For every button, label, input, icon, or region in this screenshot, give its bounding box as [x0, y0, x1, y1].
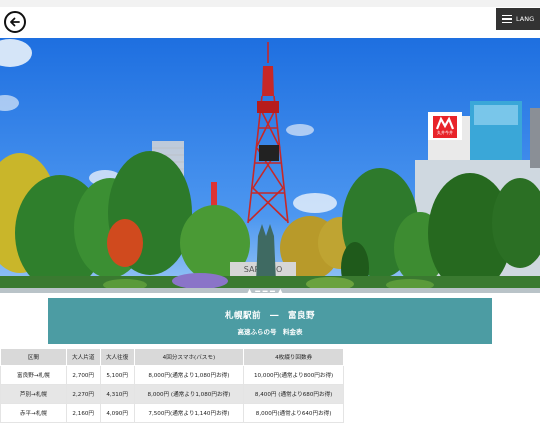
- fare-table: 区間 大人片道 大人往復 4回分スマホ(バスモ) 4枚綴り回数券 富良野→札幌 …: [0, 348, 344, 423]
- fare-table-header: 区間 大人片道 大人往復 4回分スマホ(バスモ) 4枚綴り回数券: [0, 348, 344, 366]
- table-row: 赤平→札幌 2,160円 4,090円 7,500円(通常より1,140円お得)…: [0, 403, 344, 423]
- top-strip: [0, 0, 540, 7]
- table-cell: 2,700円: [65, 365, 101, 385]
- col-header-coupon: 4枚綴り回数券: [243, 348, 344, 366]
- table-cell: 7,500円(通常より1,140円お得): [133, 403, 245, 423]
- table-cell: 10,000円(通常より800円お得): [243, 365, 344, 385]
- table-cell: 8,400円 (通常より680円お得): [243, 384, 344, 404]
- table-cell: 4,310円: [99, 384, 135, 404]
- lang-label: LANG: [516, 15, 535, 23]
- back-button[interactable]: [4, 11, 26, 33]
- table-row: 富良野→札幌 2,700円 5,100円 8,000円(通常より1,080円お得…: [0, 365, 344, 385]
- table-cell: 2,160円: [65, 403, 101, 423]
- table-cell: 8,000円(通常より640円お得): [243, 403, 344, 423]
- col-header-oneway: 大人片道: [65, 348, 101, 366]
- table-cell: 2,270円: [65, 384, 101, 404]
- table-cell: 赤平→札幌: [0, 403, 67, 423]
- sapporo-tv-tower-photo: 丸井今井 ▲ ━ ━ ━ ▲: [0, 38, 540, 293]
- route-title: 札幌駅前 ― 富良野: [224, 311, 315, 321]
- back-arrow-icon: [10, 17, 20, 27]
- route-subtitle: 高速ふらの号 料金表: [237, 328, 303, 336]
- col-header-section: 区間: [0, 348, 67, 366]
- table-cell: 8,000円 (通常より1,080円お得): [133, 384, 245, 404]
- table-row: 芦別→札幌 2,270円 4,310円 8,000円 (通常より1,080円お得…: [0, 384, 344, 404]
- table-cell: 富良野→札幌: [0, 365, 67, 385]
- table-cell: 8,000円(通常より1,080円お得): [133, 365, 245, 385]
- hero-image: 丸井今井 ▲ ━ ━ ━ ▲: [0, 38, 540, 293]
- svg-text:▲ ━ ━ ━ ▲: ▲ ━ ━ ━ ▲: [247, 287, 285, 293]
- building-sign: 丸井今井: [437, 129, 453, 135]
- lang-menu-button[interactable]: LANG: [496, 8, 540, 30]
- table-cell: 芦別→札幌: [0, 384, 67, 404]
- table-cell: 5,100円: [99, 365, 135, 385]
- hamburger-menu-icon: [502, 14, 512, 24]
- table-cell: 4,090円: [99, 403, 135, 423]
- col-header-roundtrip: 大人往復: [99, 348, 135, 366]
- col-header-smartphone: 4回分スマホ(バスモ): [133, 348, 245, 366]
- route-banner: 札幌駅前 ― 富良野 高速ふらの号 料金表: [48, 298, 492, 344]
- top-bar: LANG: [0, 0, 540, 38]
